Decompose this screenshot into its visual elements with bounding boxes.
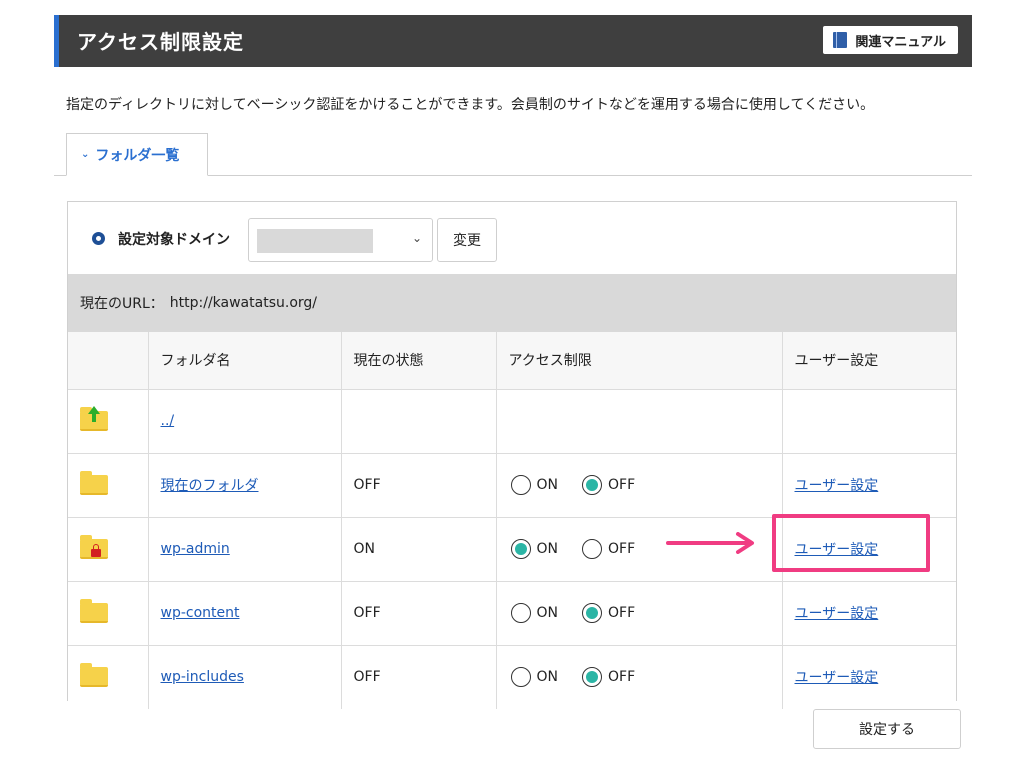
folder-link-wp-includes[interactable]: wp-includes bbox=[161, 669, 244, 685]
book-icon bbox=[833, 32, 848, 48]
current-url-bar: 現在のURL： http://kawatatsu.org/ bbox=[68, 274, 956, 332]
annotation-highlight-box bbox=[772, 514, 930, 572]
access-on-radio[interactable]: ON bbox=[510, 667, 559, 688]
change-button[interactable]: 変更 bbox=[437, 218, 497, 262]
user-settings-link[interactable]: ユーザー設定 bbox=[795, 478, 879, 494]
on-label: ON bbox=[536, 541, 559, 557]
folder-icon-cell bbox=[68, 388, 149, 454]
tab-folder-list[interactable]: ⌄ フォルダ一覧 bbox=[66, 133, 208, 176]
user-cell: ユーザー設定 bbox=[781, 580, 956, 646]
column-header-user: ユーザー設定 bbox=[781, 332, 956, 390]
arrow-up-stem bbox=[92, 414, 96, 422]
current-url-value: http://kawatatsu.org/ bbox=[169, 295, 317, 311]
access-on-radio[interactable]: ON bbox=[510, 603, 559, 623]
off-label: OFF bbox=[608, 605, 636, 621]
state-cell: OFF bbox=[340, 644, 497, 709]
domain-label: 設定対象ドメイン bbox=[118, 232, 230, 248]
access-off-radio[interactable]: OFF bbox=[582, 475, 635, 495]
on-label: ON bbox=[536, 669, 559, 686]
off-label: OFF bbox=[608, 541, 636, 557]
lock-icon bbox=[91, 544, 101, 557]
access-off-radio[interactable]: OFF bbox=[582, 603, 635, 623]
column-header-access: アクセス制限 bbox=[495, 332, 783, 390]
page-header: アクセス制限設定 関連マニュアル bbox=[54, 15, 972, 67]
radio-unchecked-icon bbox=[582, 539, 602, 559]
user-cell bbox=[781, 388, 956, 454]
state-cell: OFF bbox=[340, 452, 497, 518]
access-cell: ON OFF bbox=[495, 580, 783, 646]
arrow-up-icon bbox=[88, 406, 100, 414]
settings-panel: 設定対象ドメイン ⌄ 変更 現在のURL： http://kawatatsu.o… bbox=[67, 201, 957, 709]
off-label: OFF bbox=[608, 669, 636, 686]
submit-button[interactable]: 設定する bbox=[813, 709, 961, 749]
folder-link-wp-admin[interactable]: wp-admin bbox=[161, 541, 230, 557]
table-row: wp-content OFF ON OFF ユーザー設定 bbox=[68, 580, 956, 646]
folder-icon-cell bbox=[68, 516, 149, 582]
folder-link-wp-content[interactable]: wp-content bbox=[161, 605, 240, 621]
folder-name-cell: 現在のフォルダ bbox=[147, 452, 342, 518]
table-row: 現在のフォルダ OFF ON OFF ユーザー設定 bbox=[68, 452, 956, 518]
folder-name-cell: wp-includes bbox=[147, 644, 342, 709]
on-label: ON bbox=[536, 477, 559, 493]
folder-icon-cell bbox=[68, 580, 149, 646]
radio-checked-icon bbox=[582, 667, 602, 688]
domain-row: 設定対象ドメイン ⌄ 変更 bbox=[68, 202, 956, 274]
folder-icon bbox=[80, 599, 108, 623]
folder-name-cell: wp-content bbox=[147, 580, 342, 646]
folder-name-cell: wp-admin bbox=[147, 516, 342, 582]
page-description: 指定のディレクトリに対してベーシック認証をかけることができます。会員制のサイトな… bbox=[66, 97, 875, 113]
manual-button-label: 関連マニュアル bbox=[855, 34, 946, 50]
on-label: ON bbox=[536, 605, 559, 621]
column-header-state: 現在の状態 bbox=[340, 332, 497, 390]
access-off-radio[interactable]: OFF bbox=[582, 539, 635, 559]
folder-name-cell: ../ bbox=[147, 388, 342, 454]
tab-label: フォルダ一覧 bbox=[95, 147, 180, 164]
state-cell bbox=[340, 388, 497, 454]
folder-icon bbox=[80, 663, 108, 688]
folder-link-parent[interactable]: ../ bbox=[161, 413, 175, 429]
access-cell bbox=[495, 388, 783, 454]
radio-checked-icon bbox=[582, 603, 602, 623]
folder-link-current[interactable]: 現在のフォルダ bbox=[161, 478, 259, 494]
domain-select[interactable]: ⌄ bbox=[248, 218, 433, 262]
radio-unchecked-icon bbox=[510, 603, 531, 623]
table-row: ../ bbox=[68, 388, 956, 454]
folder-icon-cell bbox=[68, 644, 149, 709]
bullet-icon bbox=[92, 232, 105, 245]
chevron-down-icon: ⌄ bbox=[411, 231, 422, 245]
folder-icon-cell bbox=[68, 452, 149, 518]
current-url-label: 現在のURL： bbox=[80, 296, 164, 312]
column-header-folder: フォルダ名 bbox=[147, 332, 342, 390]
column-header-icon bbox=[68, 332, 149, 390]
state-cell: ON bbox=[340, 516, 497, 582]
radio-unchecked-icon bbox=[510, 667, 531, 688]
folder-locked-icon bbox=[80, 535, 108, 559]
access-cell: ON OFF bbox=[495, 452, 783, 518]
domain-select-value bbox=[257, 229, 373, 253]
access-on-radio[interactable]: ON bbox=[510, 539, 559, 559]
user-cell: ユーザー設定 bbox=[781, 644, 956, 709]
folder-up-icon bbox=[80, 406, 108, 431]
off-label: OFF bbox=[608, 477, 636, 493]
state-cell: OFF bbox=[340, 580, 497, 646]
table-header-row: フォルダ名 現在の状態 アクセス制限 ユーザー設定 bbox=[68, 332, 956, 390]
user-settings-link[interactable]: ユーザー設定 bbox=[795, 670, 879, 686]
annotation-arrow-icon bbox=[666, 532, 754, 554]
chevron-down-icon: ⌄ bbox=[81, 149, 90, 160]
page-title: アクセス制限設定 bbox=[77, 30, 244, 54]
folder-icon bbox=[80, 471, 108, 495]
access-off-radio[interactable]: OFF bbox=[582, 667, 636, 688]
access-cell: ON OFF bbox=[495, 644, 783, 709]
radio-checked-icon bbox=[510, 539, 531, 559]
radio-checked-icon bbox=[582, 475, 602, 495]
access-on-radio[interactable]: ON bbox=[510, 475, 559, 495]
table-row: wp-includes OFF ON OFF ユーザー設定 bbox=[68, 644, 956, 709]
user-settings-link[interactable]: ユーザー設定 bbox=[795, 606, 879, 622]
radio-unchecked-icon bbox=[510, 475, 531, 495]
manual-button[interactable]: 関連マニュアル bbox=[823, 26, 958, 54]
user-cell: ユーザー設定 bbox=[781, 452, 956, 518]
